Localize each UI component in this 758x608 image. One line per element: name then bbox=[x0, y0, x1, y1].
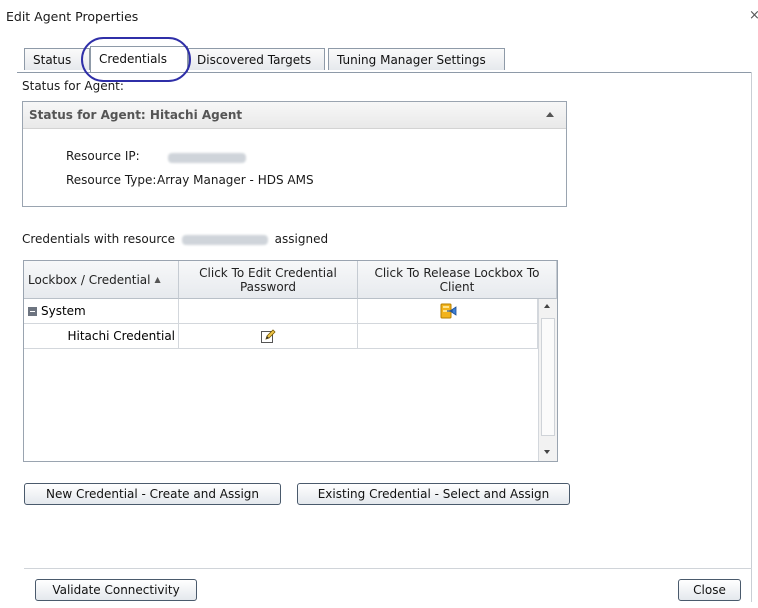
status-panel-title: Status for Agent: Hitachi Agent bbox=[29, 108, 242, 122]
column-header-lockbox-label: Lockbox / Credential bbox=[28, 272, 151, 287]
credentials-prefix: Credentials with resource bbox=[22, 232, 176, 246]
footer-divider bbox=[24, 568, 752, 569]
window-title: Edit Agent Properties bbox=[6, 9, 139, 24]
collapse-group-icon[interactable] bbox=[28, 306, 37, 316]
new-credential-button[interactable]: New Credential - Create and Assign bbox=[24, 483, 281, 505]
credentials-with-resource-label: Credentials with resource assigned bbox=[22, 232, 328, 246]
tab-tuning-manager-label: Tuning Manager Settings bbox=[337, 53, 486, 67]
resource-ip-label: Resource IP: bbox=[66, 149, 140, 163]
resource-ip-redacted bbox=[181, 234, 268, 245]
row-system-edit-cell bbox=[179, 299, 358, 324]
column-header-edit-password[interactable]: Click To Edit Credential Password bbox=[179, 261, 358, 299]
row-system-label: System bbox=[41, 304, 86, 318]
scroll-up-icon[interactable] bbox=[544, 304, 550, 308]
collapse-icon[interactable] bbox=[546, 112, 554, 117]
tab-credentials[interactable]: Credentials bbox=[90, 46, 188, 72]
column-header-lockbox[interactable]: Lockbox / Credential ▲ bbox=[24, 261, 179, 299]
resource-ip-value-redacted bbox=[168, 150, 246, 164]
tab-strip-divider bbox=[17, 72, 751, 73]
tab-discovered-targets[interactable]: Discovered Targets bbox=[188, 48, 325, 70]
existing-credential-button[interactable]: Existing Credential - Select and Assign bbox=[297, 483, 570, 505]
release-lockbox-icon[interactable] bbox=[439, 303, 457, 319]
tab-status-label: Status bbox=[33, 53, 72, 67]
row-system-release-cell bbox=[358, 299, 538, 324]
status-header-agent: Hitachi Agent bbox=[149, 108, 243, 122]
edit-agent-dialog: Edit Agent Properties × Status Credentia… bbox=[0, 0, 758, 608]
resource-type-label: Resource Type: bbox=[66, 173, 157, 187]
row-hitachi-release-cell bbox=[358, 324, 538, 349]
grid-vertical-scrollbar[interactable] bbox=[538, 299, 557, 461]
status-panel-header[interactable]: Status for Agent: Hitachi Agent bbox=[23, 102, 566, 129]
resource-type-value: Array Manager - HDS AMS bbox=[157, 173, 314, 187]
row-hitachi-credential-label: Hitachi Credential bbox=[67, 329, 175, 343]
validate-connectivity-button[interactable]: Validate Connectivity bbox=[35, 579, 197, 601]
tab-status[interactable]: Status bbox=[24, 48, 90, 70]
status-for-agent-label: Status for Agent: bbox=[22, 79, 124, 93]
table-row-hitachi-credential[interactable]: Hitachi Credential bbox=[24, 324, 179, 349]
tab-tuning-manager-settings[interactable]: Tuning Manager Settings bbox=[328, 48, 505, 70]
column-header-release-lockbox[interactable]: Click To Release Lockbox To Client bbox=[358, 261, 557, 299]
column-header-edit-password-label: Click To Edit Credential Password bbox=[199, 265, 337, 294]
tab-credentials-label: Credentials bbox=[99, 52, 168, 66]
table-row-system[interactable]: System bbox=[24, 299, 179, 324]
close-icon[interactable]: × bbox=[749, 8, 758, 23]
column-header-release-lockbox-label: Click To Release Lockbox To Client bbox=[374, 265, 540, 294]
title-bar: Edit Agent Properties × bbox=[0, 0, 758, 36]
credentials-grid: Lockbox / Credential ▲ Click To Edit Cre… bbox=[23, 260, 558, 462]
scroll-thumb[interactable] bbox=[541, 318, 555, 436]
close-button[interactable]: Close bbox=[678, 579, 741, 601]
dialog-right-divider bbox=[751, 72, 752, 602]
edit-password-icon[interactable] bbox=[260, 328, 276, 344]
credentials-suffix: assigned bbox=[274, 232, 329, 246]
scroll-down-icon[interactable] bbox=[544, 450, 550, 454]
row-hitachi-edit-cell bbox=[179, 324, 358, 349]
status-header-prefix: Status for Agent: bbox=[29, 108, 146, 122]
tab-discovered-targets-label: Discovered Targets bbox=[197, 53, 312, 67]
sort-ascending-icon: ▲ bbox=[154, 274, 161, 284]
status-panel: Status for Agent: Hitachi Agent Resource… bbox=[22, 101, 567, 207]
